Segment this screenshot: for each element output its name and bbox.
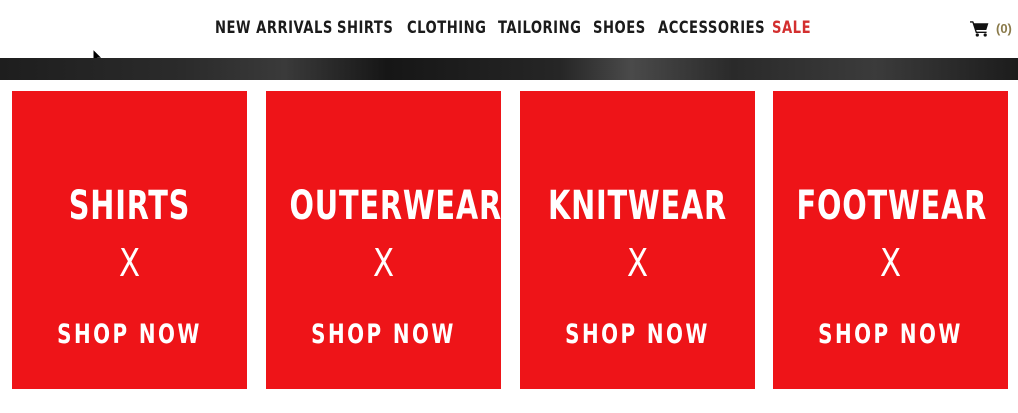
category-tiles: SHIRTS X SHOP NOW OUTERWEAR X SHOP NOW K…: [0, 80, 1018, 413]
tile-x-mark: X: [879, 241, 902, 285]
category-tile-outerwear[interactable]: OUTERWEAR X SHOP NOW: [266, 91, 501, 389]
tile-title: FOOTWEAR: [796, 183, 988, 229]
hero-banner-image: [0, 58, 1018, 80]
category-tile-shirts[interactable]: SHIRTS X SHOP NOW: [12, 91, 247, 389]
shopping-cart-icon: [970, 20, 989, 37]
nav-item-shirts[interactable]: SHIRTS: [337, 16, 393, 40]
tile-x-mark: X: [626, 241, 649, 285]
tile-title: KNITWEAR: [547, 183, 728, 229]
nav-item-shoes[interactable]: SHOES: [593, 16, 646, 40]
shop-now-link[interactable]: SHOP NOW: [287, 319, 480, 351]
nav-item-sale[interactable]: SALE: [772, 16, 811, 40]
shop-now-link[interactable]: SHOP NOW: [541, 319, 734, 351]
category-tile-footwear[interactable]: FOOTWEAR X SHOP NOW: [773, 91, 1008, 389]
shop-now-link[interactable]: SHOP NOW: [33, 319, 226, 351]
main-navigation: NEW ARRIVALS SHIRTS CLOTHING TAILORING S…: [0, 16, 1018, 40]
category-tile-knitwear[interactable]: KNITWEAR X SHOP NOW: [520, 91, 755, 389]
nav-item-clothing[interactable]: CLOTHING: [407, 16, 486, 40]
tile-x-mark: X: [118, 241, 141, 285]
nav-item-accessories[interactable]: ACCESSORIES: [658, 16, 765, 40]
shop-now-link[interactable]: SHOP NOW: [794, 319, 987, 351]
cart-button[interactable]: (0): [970, 16, 1012, 40]
tile-x-mark: X: [372, 241, 395, 285]
nav-item-tailoring[interactable]: TAILORING: [498, 16, 581, 40]
nav-item-new-arrivals[interactable]: NEW ARRIVALS: [215, 16, 333, 40]
cart-count: (0): [996, 20, 1012, 36]
tile-title: SHIRTS: [68, 183, 191, 229]
site-header: NEW ARRIVALS SHIRTS CLOTHING TAILORING S…: [0, 0, 1018, 58]
tile-title: OUTERWEAR: [289, 183, 502, 229]
